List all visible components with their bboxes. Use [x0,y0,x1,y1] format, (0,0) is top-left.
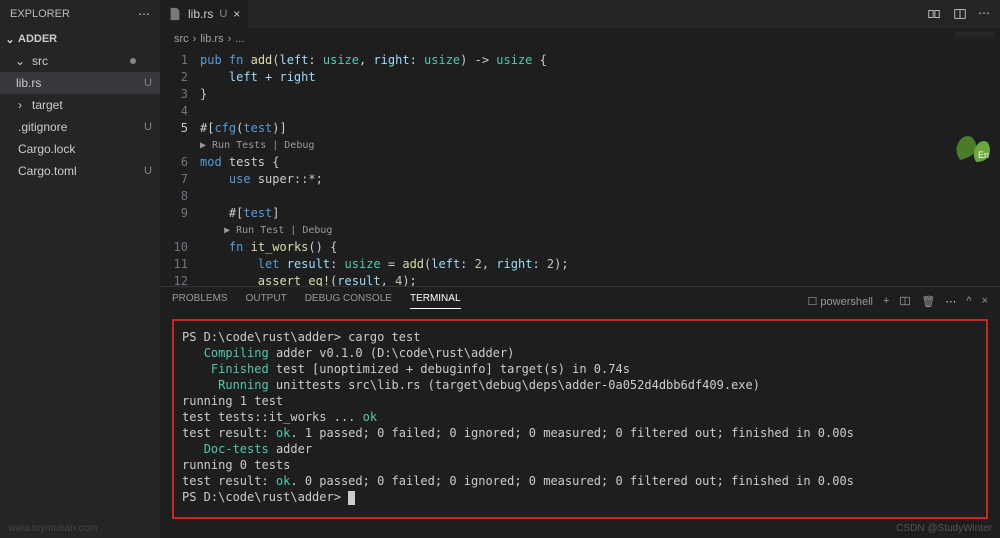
panel-tab-terminal[interactable]: TERMINAL [410,293,461,309]
watermark-right: CSDN @StudyWinter [896,523,992,534]
trash-icon[interactable]: 🗑 [921,295,935,308]
tab-librs[interactable]: lib.rs U × [160,0,249,28]
folder-root[interactable]: ⌄ ADDER [0,28,160,50]
breadcrumb-part: ... [235,33,244,45]
chevron-right-icon: › [193,33,197,45]
panel-close-icon[interactable]: × [982,295,988,307]
modified-dot-icon [130,58,136,64]
tree-label: Cargo.toml [18,164,77,178]
tab-actions: ⋯ [926,6,1000,22]
tree-label: .gitignore [18,120,67,134]
tree-label: src [32,54,48,68]
tree-item-librs[interactable]: lib.rs U [0,72,160,94]
tree-item-target[interactable]: › target [0,94,160,116]
chevron-right-icon: › [228,33,232,45]
tab-label: lib.rs [188,7,213,21]
git-status: U [144,77,152,89]
chevron-down-icon: ⌄ [14,54,26,68]
codelens-run-test[interactable]: ▶ Run Test | Debug [200,222,1000,239]
file-icon [168,7,182,21]
breadcrumb[interactable]: src › lib.rs › ... [160,28,1000,50]
root-label: ADDER [18,33,57,45]
tabs: lib.rs U × [160,0,249,28]
explorer-title: EXPLORER [10,8,70,20]
svg-text:En: En [978,150,989,160]
tabs-row: lib.rs U × ⋯ [160,0,1000,28]
compare-icon[interactable] [926,6,942,22]
tree-item-gitignore[interactable]: .gitignore U [0,116,160,138]
tree-label: Cargo.lock [18,142,75,156]
leaf-decoration: En [950,130,994,170]
terminal[interactable]: PS D:\code\rust\adder> cargo test Compil… [172,319,988,519]
chevron-right-icon: › [14,98,26,112]
git-status: U [144,121,152,133]
chevron-down-icon: ⌄ [4,33,16,46]
tree-item-cargotoml[interactable]: Cargo.toml U [0,160,160,182]
sidebar-header: EXPLORER ⋯ [0,0,160,28]
git-status: U [144,165,152,177]
panel-more-icon[interactable]: ⋯ [945,295,956,308]
watermark-left: www.toymoban.com [8,523,97,534]
panel-tab-debug[interactable]: DEBUG CONSOLE [305,293,392,309]
shell-label[interactable]: ☐ powershell [807,295,873,308]
breadcrumb-part: lib.rs [200,33,223,45]
tree-label: target [32,98,63,112]
panel-tab-problems[interactable]: PROBLEMS [172,293,228,309]
tree-item-cargolock[interactable]: Cargo.lock [0,138,160,160]
tree-item-src[interactable]: ⌄ src [0,50,160,72]
sidebar: EXPLORER ⋯ ⌄ ADDER ⌄ src lib.rs U › targ… [0,0,160,538]
tree-label: lib.rs [16,76,41,90]
codelens-run-tests[interactable]: ▶ Run Tests | Debug [200,137,1000,154]
breadcrumb-part: src [174,33,189,45]
panel-tabs: PROBLEMS OUTPUT DEBUG CONSOLE TERMINAL ☐… [160,287,1000,315]
close-icon[interactable]: × [233,7,240,21]
explorer-more-icon[interactable]: ⋯ [138,7,150,21]
tab-status: U [219,8,227,20]
more-icon[interactable]: ⋯ [978,6,990,22]
panel-tab-output[interactable]: OUTPUT [246,293,287,309]
bottom-panel: PROBLEMS OUTPUT DEBUG CONSOLE TERMINAL ☐… [160,286,1000,538]
file-tree: ⌄ src lib.rs U › target .gitignore U Car… [0,50,160,182]
chevron-up-icon[interactable]: ^ [966,295,971,307]
split-icon[interactable] [952,6,968,22]
add-terminal-icon[interactable]: + [883,295,889,307]
minimap[interactable] [954,32,994,42]
split-terminal-icon[interactable] [899,295,911,307]
